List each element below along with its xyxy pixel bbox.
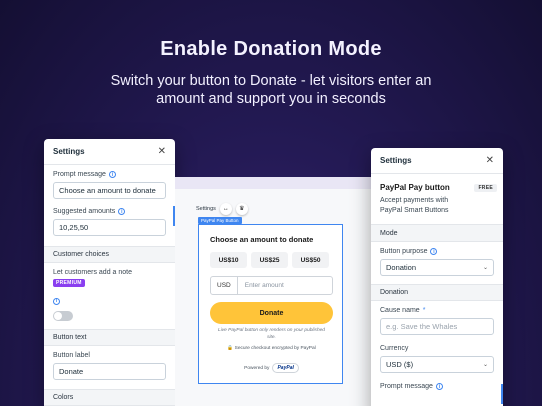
suggested-amounts-group: Suggested amounts i 10,25,50 (44, 199, 175, 236)
right-panel-header: Settings ✕ (371, 148, 503, 174)
currency-code: USD (211, 277, 238, 294)
info-icon[interactable]: i (108, 171, 116, 178)
paypal-widget[interactable]: Choose an amount to donate US$10 US$25 U… (198, 224, 343, 384)
info-icon[interactable]: i (430, 248, 438, 255)
canvas-toolbar: Settings ↔ ♛ (196, 202, 248, 215)
info-icon[interactable]: i (118, 208, 126, 215)
right-prompt-message-group: Prompt message i (371, 373, 503, 390)
suggested-amounts-input[interactable]: 10,25,50 (53, 219, 166, 236)
cause-name-label: Cause name * (380, 307, 426, 314)
hero-title: Enable Donation Mode (160, 38, 382, 60)
right-panel-title: Settings (380, 156, 412, 165)
donation-section: Donation (371, 284, 503, 301)
left-settings-panel: Settings ✕ Prompt message i Choose an am… (44, 139, 175, 406)
amount-button-25[interactable]: US$25 (251, 252, 288, 268)
button-purpose-select[interactable]: Donation ⌄ (380, 259, 494, 276)
add-note-group: Let customers add a note PREMIUM i (44, 263, 175, 321)
secure-checkout-line: 🔒 Secure checkout encrypted by PayPal (199, 346, 344, 351)
chevron-down-icon: ⌄ (482, 362, 488, 368)
chevron-down-icon: ⌄ (482, 265, 488, 271)
paypal-logo: PayPal (272, 363, 299, 373)
widget-tag: PayPal Pay Button (198, 217, 242, 224)
secure-checkout-text: Secure checkout encrypted by PayPal (234, 346, 316, 351)
currency-label: Currency (380, 345, 409, 352)
live-render-note: Live PayPal button only renders on your … (218, 328, 325, 340)
premium-badge: PREMIUM (53, 279, 85, 287)
donate-button[interactable]: Donate (210, 302, 333, 324)
currency-group: Currency USD ($) ⌄ (371, 335, 503, 373)
free-badge: FREE (474, 184, 497, 192)
cause-name-group: Cause name * e.g. Save the Whales (371, 301, 503, 335)
canvas-top-strip (175, 177, 371, 189)
left-panel-title: Settings (53, 147, 85, 156)
lock-icon: 🔒 (227, 346, 234, 351)
required-marker: * (422, 307, 426, 314)
amount-button-10[interactable]: US$10 (210, 252, 247, 268)
button-purpose-group: Button purpose i Donation ⌄ (371, 242, 503, 276)
widget-title: Choose an amount to donate (210, 235, 314, 244)
close-icon[interactable]: ✕ (158, 146, 166, 157)
right-panel-scrollbar[interactable] (501, 384, 503, 404)
cause-name-input[interactable]: e.g. Save the Whales (380, 318, 494, 335)
powered-by: Powered by PayPal (199, 363, 344, 373)
resize-arrows-icon[interactable]: ↔ (219, 202, 232, 215)
hero-subtitle: Switch your button to Donate - let visit… (110, 73, 432, 107)
crown-icon[interactable]: ♛ (235, 202, 248, 215)
amount-placeholder: Enter amount (244, 282, 284, 289)
button-label-input[interactable]: Donate (53, 363, 166, 380)
prompt-message-group: Prompt message i Choose an amount to don… (44, 165, 175, 199)
currency-select[interactable]: USD ($) ⌄ (380, 356, 494, 373)
add-note-label: Let customers add a note PREMIUM (53, 269, 132, 287)
button-label-label: Button label (53, 352, 90, 359)
powered-by-text: Powered by (244, 365, 270, 371)
right-prompt-message-label: Prompt message i (380, 383, 494, 390)
info-icon[interactable]: i (435, 383, 443, 390)
amount-button-50[interactable]: US$50 (292, 252, 329, 268)
prompt-message-label: Prompt message i (53, 171, 166, 178)
left-panel-header: Settings ✕ (44, 139, 175, 165)
editor-canvas: Settings ↔ ♛ PayPal Pay Button Choose an… (175, 177, 371, 406)
button-purpose-label: Button purpose i (380, 248, 494, 255)
suggested-amounts-label: Suggested amounts i (53, 208, 166, 215)
close-icon[interactable]: ✕ (486, 155, 494, 166)
custom-amount-input[interactable]: USD Enter amount (210, 276, 333, 295)
amount-options: US$10 US$25 US$50 (210, 252, 329, 268)
toolbar-settings-label[interactable]: Settings (196, 206, 216, 212)
app-description: Accept payments with PayPal Smart Button… (380, 197, 449, 214)
colors-section: Colors (44, 389, 175, 406)
right-settings-panel: Settings ✕ PayPal Pay button Accept paym… (371, 148, 503, 406)
add-note-toggle[interactable] (53, 311, 73, 321)
button-label-group: Button label Donate (44, 346, 175, 380)
info-icon[interactable]: i (53, 297, 60, 305)
customer-choices-section: Customer choices (44, 246, 175, 263)
mode-section: Mode (371, 225, 503, 242)
button-text-section: Button text (44, 329, 175, 346)
prompt-message-input[interactable]: Choose an amount to donate (53, 182, 166, 199)
app-info: PayPal Pay button Accept payments with P… (371, 174, 503, 225)
